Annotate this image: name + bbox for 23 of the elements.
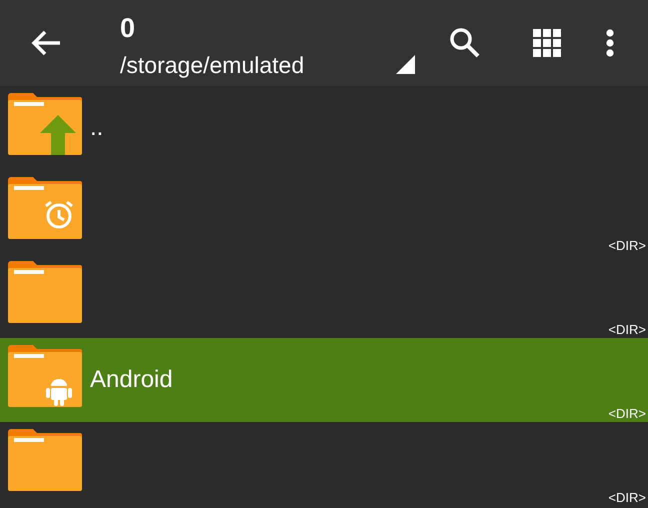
folder-alarm-icon bbox=[8, 177, 82, 239]
file-size: <DIR> bbox=[608, 239, 646, 252]
path-label[interactable]: /storage/emulated bbox=[120, 54, 400, 77]
back-arrow-icon bbox=[30, 29, 62, 57]
file-name: Android bbox=[90, 365, 173, 395]
file-row[interactable]: .. bbox=[0, 86, 648, 170]
folder-icon bbox=[8, 261, 82, 323]
folder-icon bbox=[8, 429, 82, 491]
file-size: <DIR> bbox=[608, 407, 646, 420]
file-size: <DIR> bbox=[608, 491, 646, 504]
file-size: <DIR> bbox=[608, 323, 646, 336]
file-row[interactable]: Android <DIR> bbox=[0, 338, 648, 422]
folder-android-icon bbox=[8, 345, 82, 407]
grid-icon bbox=[532, 28, 562, 58]
search-icon bbox=[449, 27, 481, 59]
file-row[interactable]: <DIR> bbox=[0, 170, 648, 254]
dropdown-corner-icon[interactable] bbox=[396, 54, 415, 74]
storage-title: 0 bbox=[120, 15, 136, 42]
file-row[interactable]: <DIR> bbox=[0, 422, 648, 506]
file-name: .. bbox=[90, 113, 104, 143]
folder-up-icon bbox=[8, 93, 82, 155]
file-row[interactable]: <DIR> bbox=[0, 254, 648, 338]
more-icon bbox=[606, 29, 614, 57]
